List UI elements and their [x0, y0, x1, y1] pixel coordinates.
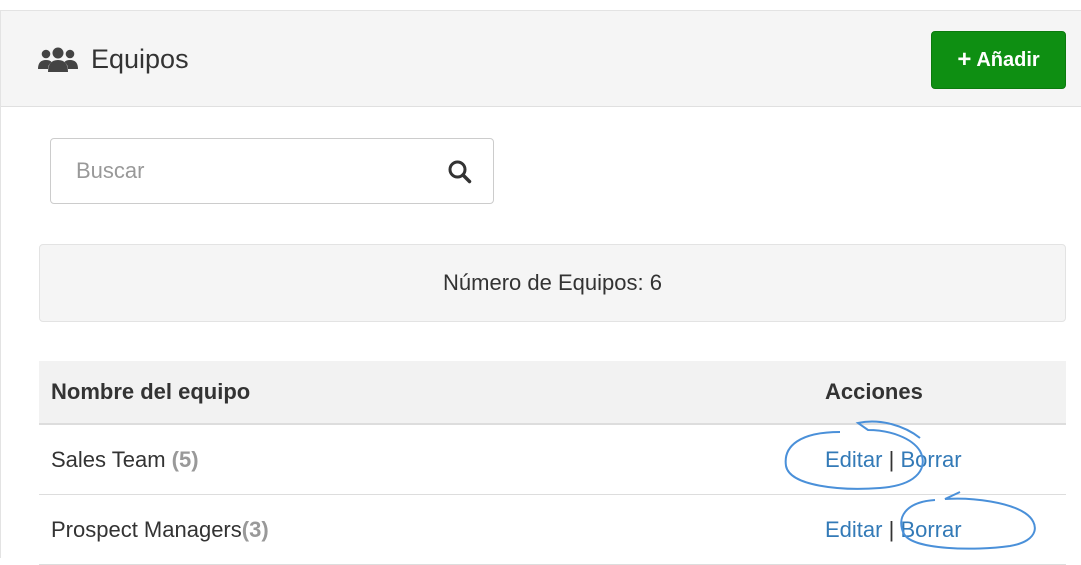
edit-link[interactable]: Editar	[825, 517, 882, 542]
panel-header: Equipos + Añadir	[1, 11, 1081, 107]
edit-link[interactable]: Editar	[825, 447, 882, 472]
add-button-label: Añadir	[976, 48, 1040, 71]
action-separator: |	[888, 447, 895, 472]
member-count: (3)	[241, 517, 269, 542]
team-name-cell: Prospect Managers(3)	[51, 517, 269, 543]
teams-table: Nombre del equipo Acciones Sales Team (5…	[39, 361, 1066, 565]
member-count: (5)	[171, 447, 199, 472]
column-header-team-name: Nombre del equipo	[51, 379, 251, 404]
teams-panel: Equipos + Añadir Número de Equipos: 6 No…	[0, 10, 1081, 565]
team-name: Prospect Managers	[51, 517, 242, 542]
table-row: Prospect Managers(3) Editar | Borrar	[39, 495, 1066, 565]
plus-icon: +	[957, 46, 972, 73]
users-icon	[38, 47, 78, 72]
team-count-summary: Número de Equipos: 6	[39, 244, 1066, 322]
delete-link[interactable]: Borrar	[900, 517, 961, 542]
actions-cell: Editar | Borrar	[825, 517, 962, 543]
actions-cell: Editar | Borrar	[825, 447, 962, 473]
delete-link[interactable]: Borrar	[900, 447, 961, 472]
table-row: Sales Team (5) Editar | Borrar	[39, 425, 1066, 495]
page-title: Equipos	[91, 44, 189, 74]
team-name-cell: Sales Team (5)	[51, 447, 199, 473]
search-icon[interactable]	[447, 159, 473, 185]
search-input[interactable]	[52, 140, 432, 202]
search-box	[50, 138, 494, 204]
action-separator: |	[888, 517, 895, 542]
team-name: Sales Team	[51, 447, 166, 472]
add-team-button[interactable]: + Añadir	[931, 31, 1066, 89]
column-header-actions: Acciones	[825, 379, 923, 404]
table-header-row: Nombre del equipo Acciones	[39, 361, 1066, 425]
